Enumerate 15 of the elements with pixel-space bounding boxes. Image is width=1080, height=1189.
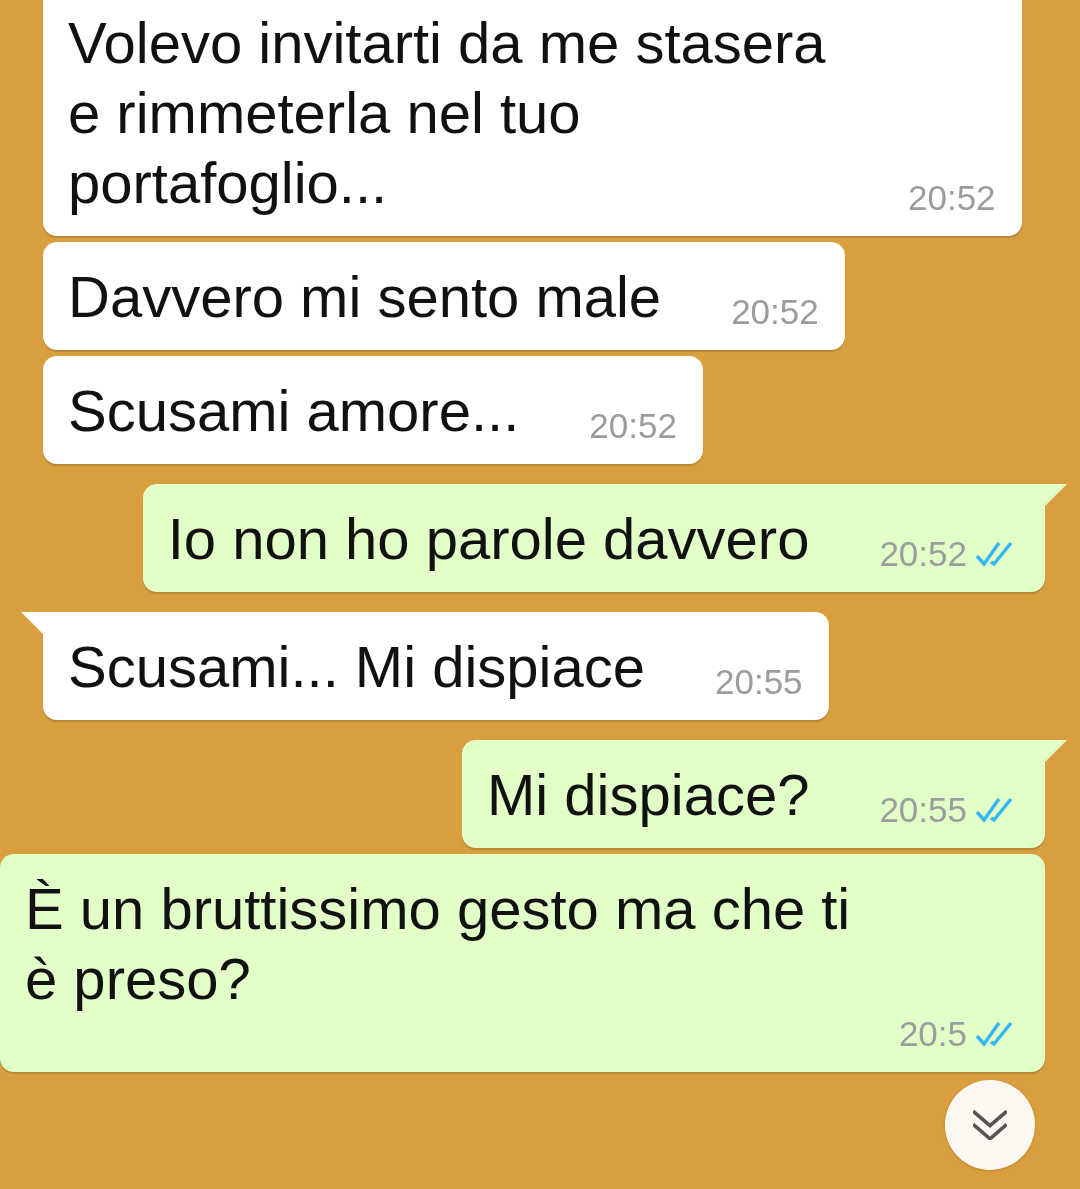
message-text: Davvero mi sento male	[68, 263, 662, 331]
message-text: Io non ho parole davvero	[167, 505, 810, 573]
message-time: 20:52	[908, 178, 996, 218]
message-text: Mi dispiace?	[487, 761, 810, 829]
message-time: 20:55	[879, 790, 967, 830]
message-time: 20:52	[589, 406, 677, 446]
message-time: 20:52	[879, 534, 967, 574]
message-time: 20:5	[898, 1014, 967, 1054]
message-text: È un bruttissimo gesto ma che ti è preso?	[25, 875, 852, 1013]
double-chevron-down-icon	[973, 1110, 1007, 1140]
message-text: Volevo invitarti da me stasera e rimmeterla nel tuo portafoglio...	[68, 9, 827, 217]
message-time: 20:55	[715, 662, 803, 702]
message-text: Scusami amore...	[68, 377, 520, 445]
message-time: 20:52	[731, 292, 819, 332]
message-text: Scusami... Mi dispiace	[68, 633, 645, 701]
